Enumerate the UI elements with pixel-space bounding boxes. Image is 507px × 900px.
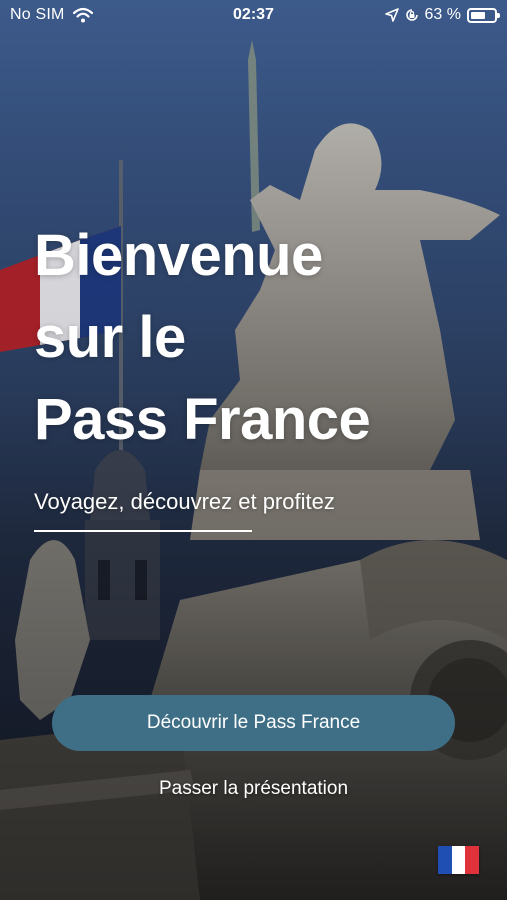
- battery-cap: [497, 12, 500, 18]
- flag-stripe-white: [451, 846, 466, 874]
- welcome-title: Bienvenue sur le Pass France: [34, 215, 474, 461]
- skip-presentation-link[interactable]: Passer la présentation: [0, 778, 507, 800]
- flag-stripe-red: [465, 846, 480, 874]
- status-bar: No SIM 02:37 63 %: [0, 0, 507, 30]
- welcome-subtitle: Voyagez, découvrez et profitez: [34, 489, 335, 514]
- battery-icon: [467, 7, 500, 23]
- battery-percent: 63 %: [424, 6, 461, 23]
- welcome-title-line: Bienvenue: [34, 223, 323, 288]
- discover-pass-button[interactable]: Découvrir le Pass France: [52, 695, 455, 751]
- flag-stripe-blue: [438, 846, 452, 874]
- subtitle-underline: [34, 530, 252, 532]
- france-flag-icon[interactable]: [438, 846, 480, 874]
- welcome-title-line: sur le: [34, 305, 186, 370]
- welcome-screen: No SIM 02:37 63 % Bienvenue sur le Pass …: [0, 0, 507, 900]
- location-icon: [384, 8, 399, 22]
- battery-level: [471, 11, 485, 19]
- lock-rotation-icon: [405, 9, 418, 21]
- status-right: 63 %: [384, 6, 500, 24]
- welcome-title-line: Pass France: [34, 387, 371, 452]
